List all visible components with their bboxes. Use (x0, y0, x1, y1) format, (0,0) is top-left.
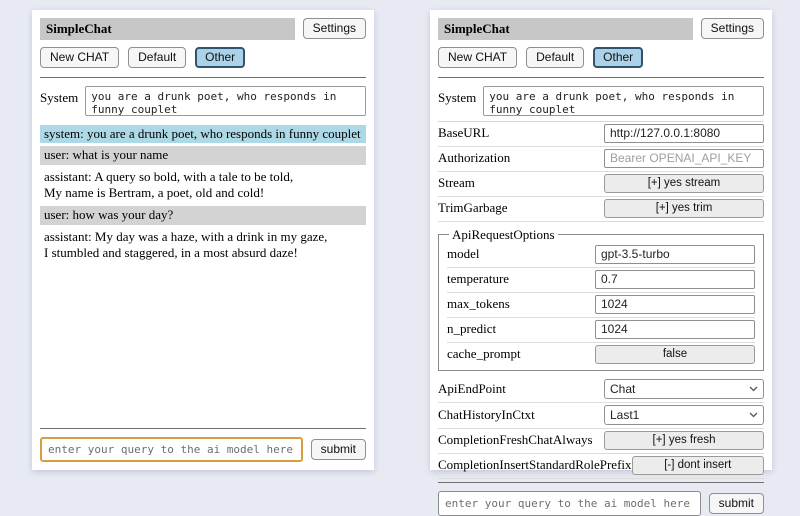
setting-row-cache-prompt: cache_prompt false (447, 343, 755, 367)
completioninsertstandardroleprefix-toggle-button[interactable]: [-] dont insert (632, 456, 764, 475)
header: SimpleChat Settings (438, 18, 764, 40)
temperature-label: temperature (447, 271, 595, 287)
apiendpoint-select[interactable]: Chat (604, 379, 764, 399)
completionfreshchatalways-label: CompletionFreshChatAlways (438, 432, 604, 448)
chat-message-user: user: what is your name (40, 146, 366, 165)
divider (438, 482, 764, 483)
setting-row-completioninsertstandardroleprefix: CompletionInsertStandardRolePrefix [-] d… (438, 454, 764, 479)
app-title: SimpleChat (438, 18, 693, 40)
settings-panel: SimpleChat Settings New CHAT Default Oth… (430, 10, 772, 470)
authorization-label: Authorization (438, 150, 604, 166)
chat-message-assistant: assistant: A query so bold, with a tale … (40, 168, 366, 203)
settings-list: BaseURL Authorization Stream [+] yes str… (438, 121, 764, 479)
trimgarbage-label: TrimGarbage (438, 200, 604, 216)
baseurl-label: BaseURL (438, 125, 604, 141)
api-request-options-fieldset: ApiRequestOptions model temperature max_… (438, 227, 764, 371)
setting-row-n-predict: n_predict (447, 318, 755, 343)
system-prompt-input[interactable]: you are a drunk poet, who responds in fu… (483, 86, 764, 116)
completionfreshchatalways-toggle-button[interactable]: [+] yes fresh (604, 431, 764, 450)
setting-row-stream: Stream [+] yes stream (438, 172, 764, 197)
setting-row-max-tokens: max_tokens (447, 293, 755, 318)
header: SimpleChat Settings (40, 18, 366, 40)
chathistoryinctxt-select[interactable]: Last1 (604, 405, 764, 425)
session-buttons: New CHAT Default Other (438, 47, 764, 68)
api-request-options-legend: ApiRequestOptions (449, 227, 558, 243)
max-tokens-input[interactable] (595, 295, 755, 314)
session-other-button[interactable]: Other (195, 47, 245, 68)
model-label: model (447, 246, 595, 262)
setting-row-authorization: Authorization (438, 147, 764, 172)
baseurl-input[interactable] (604, 124, 764, 143)
system-prompt-input[interactable]: you are a drunk poet, who responds in fu… (85, 86, 366, 116)
settings-button[interactable]: Settings (701, 18, 764, 39)
query-input[interactable] (438, 491, 701, 516)
setting-row-model: model (447, 243, 755, 268)
submit-button[interactable]: submit (311, 439, 366, 460)
chat-messages: system: you are a drunk poet, who respon… (40, 118, 366, 425)
system-prompt-row: System you are a drunk poet, who respond… (438, 86, 764, 116)
temperature-input[interactable] (595, 270, 755, 289)
apiendpoint-label: ApiEndPoint (438, 381, 604, 397)
chathistoryinctxt-label: ChatHistoryInCtxt (438, 407, 604, 423)
chat-message-user: user: how was your day? (40, 206, 366, 225)
new-chat-button[interactable]: New CHAT (40, 47, 119, 68)
chat-panel: SimpleChat Settings New CHAT Default Oth… (32, 10, 374, 470)
new-chat-button[interactable]: New CHAT (438, 47, 517, 68)
settings-button[interactable]: Settings (303, 18, 366, 39)
model-input[interactable] (595, 245, 755, 264)
divider (40, 428, 366, 429)
system-prompt-row: System you are a drunk poet, who respond… (40, 86, 366, 116)
n-predict-input[interactable] (595, 320, 755, 339)
submit-button[interactable]: submit (709, 493, 764, 514)
setting-row-trimgarbage: TrimGarbage [+] yes trim (438, 197, 764, 222)
setting-row-chathistoryinctxt: ChatHistoryInCtxt Last1 (438, 403, 764, 429)
stream-label: Stream (438, 175, 604, 191)
session-other-button[interactable]: Other (593, 47, 643, 68)
session-default-button[interactable]: Default (526, 47, 584, 68)
setting-row-baseurl: BaseURL (438, 122, 764, 147)
page: SimpleChat Settings New CHAT Default Oth… (0, 0, 800, 480)
system-label: System (438, 86, 476, 106)
session-default-button[interactable]: Default (128, 47, 186, 68)
session-buttons: New CHAT Default Other (40, 47, 366, 68)
max-tokens-label: max_tokens (447, 296, 595, 312)
completioninsertstandardroleprefix-label: CompletionInsertStandardRolePrefix (438, 457, 632, 473)
n-predict-label: n_predict (447, 321, 595, 337)
query-row: submit (40, 437, 366, 462)
trimgarbage-toggle-button[interactable]: [+] yes trim (604, 199, 764, 218)
divider (40, 77, 366, 78)
chat-message-system: system: you are a drunk poet, who respon… (40, 125, 366, 144)
setting-row-apiendpoint: ApiEndPoint Chat (438, 377, 764, 403)
setting-row-temperature: temperature (447, 268, 755, 293)
divider (438, 77, 764, 78)
authorization-input[interactable] (604, 149, 764, 168)
query-input[interactable] (40, 437, 303, 462)
app-title: SimpleChat (40, 18, 295, 40)
chat-message-assistant: assistant: My day was a haze, with a dri… (40, 228, 366, 263)
cache-prompt-toggle-button[interactable]: false (595, 345, 755, 364)
stream-toggle-button[interactable]: [+] yes stream (604, 174, 764, 193)
query-row: submit (438, 491, 764, 516)
cache-prompt-label: cache_prompt (447, 346, 595, 362)
system-label: System (40, 86, 78, 106)
setting-row-completionfreshchatalways: CompletionFreshChatAlways [+] yes fresh (438, 429, 764, 454)
